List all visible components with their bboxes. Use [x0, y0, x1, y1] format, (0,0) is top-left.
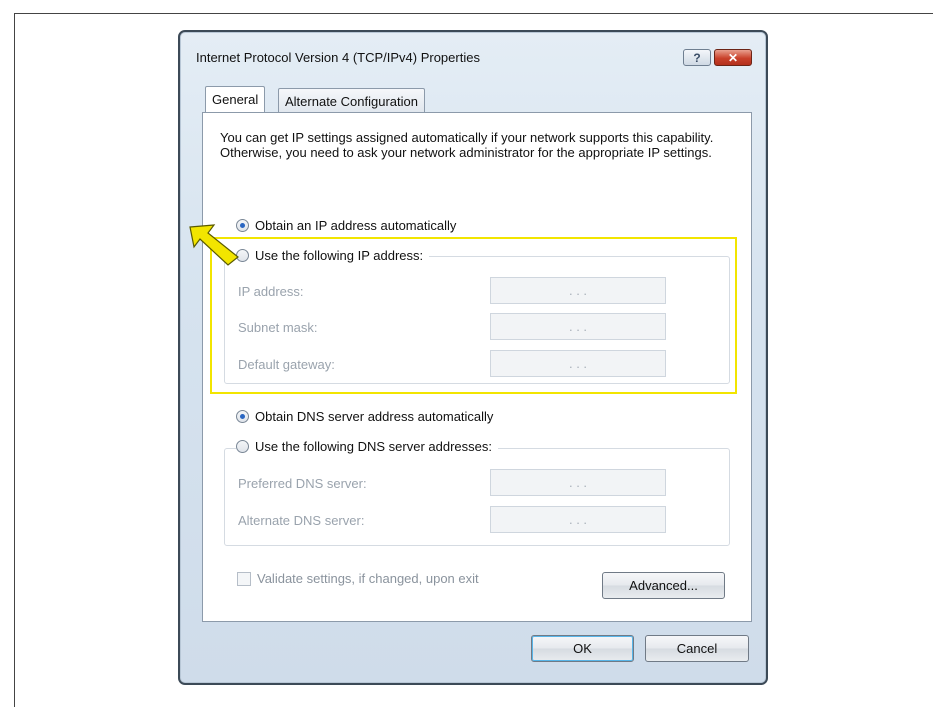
- dialog-title: Internet Protocol Version 4 (TCP/IPv4) P…: [196, 50, 480, 65]
- help-icon: ?: [693, 50, 701, 65]
- obtain-ip-auto-radio[interactable]: Obtain an IP address automatically: [236, 218, 456, 233]
- preferred-dns-label: Preferred DNS server:: [238, 476, 367, 491]
- alternate-dns-value: . . .: [568, 512, 588, 527]
- cancel-button[interactable]: Cancel: [645, 635, 749, 662]
- preferred-dns-input[interactable]: . . .: [490, 469, 666, 496]
- close-icon: ✕: [727, 50, 739, 65]
- alternate-dns-label: Alternate DNS server:: [238, 513, 365, 528]
- obtain-dns-auto-label: Obtain DNS server address automatically: [255, 409, 494, 424]
- validate-settings-label: Validate settings, if changed, upon exit: [257, 571, 479, 586]
- tab-alternate-configuration[interactable]: Alternate Configuration: [278, 88, 425, 112]
- use-following-dns-label: Use the following DNS server addresses:: [255, 439, 492, 454]
- highlight-box: [210, 237, 737, 394]
- tab-general[interactable]: General: [205, 86, 266, 112]
- radio-checked-icon: [236, 410, 249, 423]
- frame-border-left: [14, 13, 15, 707]
- radio-unchecked-icon: [236, 440, 249, 453]
- obtain-ip-auto-label: Obtain an IP address automatically: [255, 218, 457, 233]
- intro-text: You can get IP settings assigned automat…: [220, 130, 714, 160]
- use-following-dns-radio[interactable]: Use the following DNS server addresses:: [236, 439, 498, 454]
- checkbox-icon: [237, 571, 251, 586]
- close-button[interactable]: ✕: [714, 49, 752, 66]
- preferred-dns-value: . . .: [568, 475, 588, 490]
- advanced-button[interactable]: Advanced...: [602, 572, 725, 599]
- pointer-arrow-icon: [189, 224, 239, 266]
- frame-border-top: [14, 13, 933, 14]
- validate-settings-checkbox[interactable]: Validate settings, if changed, upon exit: [237, 571, 479, 586]
- alternate-dns-input[interactable]: . . .: [490, 506, 666, 533]
- obtain-dns-auto-radio[interactable]: Obtain DNS server address automatically: [236, 409, 493, 424]
- ok-button[interactable]: OK: [531, 635, 634, 662]
- help-button[interactable]: ?: [683, 49, 711, 66]
